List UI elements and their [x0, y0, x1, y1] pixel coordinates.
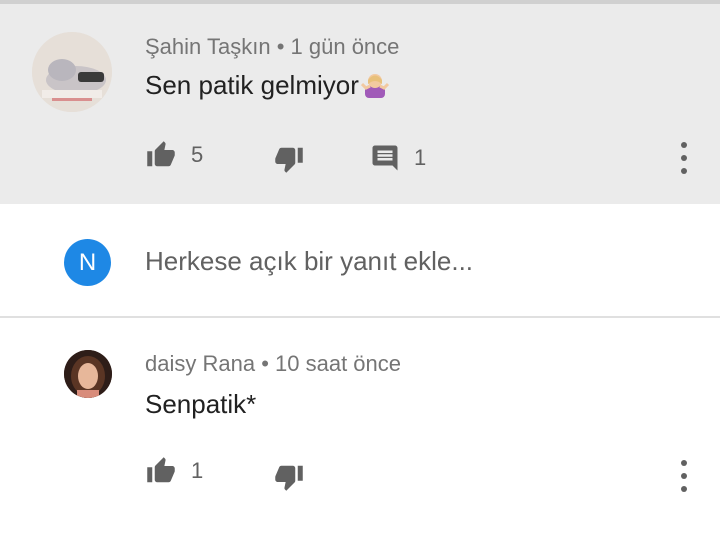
- comment-author-avatar[interactable]: [32, 32, 112, 112]
- highlighted-comment: Şahin Taşkın • 1 gün önce Sen patik gelm…: [0, 4, 720, 204]
- dislike-button[interactable]: [273, 144, 305, 174]
- reply-button[interactable]: 1: [370, 143, 426, 173]
- meta-separator: •: [276, 34, 291, 59]
- comment-body: Sen patik gelmiyor: [145, 70, 359, 100]
- meta-separator: •: [261, 351, 276, 376]
- comment-meta: daisy Rana • 10 saat önce: [145, 351, 401, 377]
- person-shrugging-emoji: [360, 70, 389, 105]
- like-count: 1: [191, 458, 204, 483]
- comment-time: 10 saat önce: [275, 351, 402, 376]
- comment-icon: [372, 145, 398, 171]
- comment-time: 1 gün önce: [290, 34, 400, 59]
- thumbs-down-icon: [275, 465, 303, 491]
- thumbs-down-icon: [275, 147, 303, 173]
- like-button[interactable]: 5: [145, 140, 203, 170]
- comment-text: Sen patik gelmiyor: [145, 70, 389, 105]
- section-divider: [0, 316, 720, 318]
- reply-input[interactable]: Herkese açık bir yanıt ekle...: [145, 246, 473, 277]
- comment-author-name[interactable]: Şahin Taşkın: [145, 34, 271, 59]
- user-avatar-letter: N: [78, 248, 97, 276]
- thumbs-up-icon: [147, 457, 175, 483]
- comment-author-avatar[interactable]: [64, 350, 112, 398]
- comment-meta: Şahin Taşkın • 1 gün önce: [145, 34, 399, 60]
- comment-author-name[interactable]: daisy Rana: [145, 351, 255, 376]
- dislike-button[interactable]: [273, 462, 305, 492]
- like-count: 5: [191, 142, 204, 167]
- user-avatar: N: [64, 239, 111, 286]
- reply-count: 1: [414, 145, 427, 170]
- reply-input-row: N Herkese açık bir yanıt ekle...: [0, 204, 720, 316]
- comment-body: Senpatik*: [145, 389, 257, 419]
- more-vert-icon[interactable]: [674, 142, 694, 174]
- more-vert-icon[interactable]: [674, 460, 694, 492]
- like-button[interactable]: 1: [145, 456, 203, 486]
- thumbs-up-icon: [147, 141, 175, 167]
